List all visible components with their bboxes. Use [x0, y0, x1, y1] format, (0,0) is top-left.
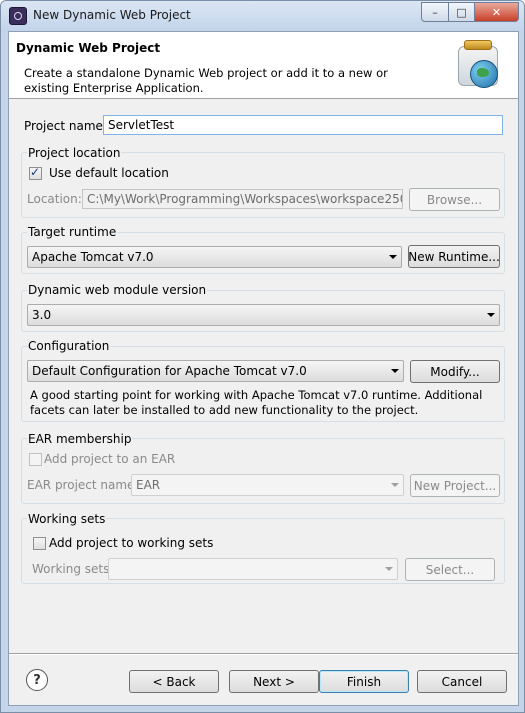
help-icon[interactable]: ? — [26, 669, 48, 691]
modify-button[interactable]: Modify... — [410, 360, 500, 383]
browse-button[interactable]: Browse... — [409, 188, 500, 211]
configuration-title: Configuration — [27, 339, 111, 353]
finish-button[interactable]: Finish — [319, 670, 409, 693]
eclipse-icon — [9, 7, 27, 25]
add-to-ear-checkbox[interactable] — [29, 453, 42, 466]
working-sets-title: Working sets — [27, 512, 107, 526]
ear-project-name-select[interactable]: EAR — [131, 474, 404, 496]
module-version-value: 3.0 — [32, 308, 52, 322]
page-title: Dynamic Web Project — [16, 41, 161, 55]
window-title: New Dynamic Web Project — [33, 8, 191, 22]
project-location-title: Project location — [27, 146, 122, 160]
chevron-down-icon — [391, 369, 399, 373]
minimize-button[interactable]: – — [421, 2, 449, 22]
wizard-header: Dynamic Web Project Create a standalone … — [9, 32, 518, 99]
use-default-location-checkbox[interactable] — [29, 165, 42, 180]
title-bar: New Dynamic Web Project – □ ✕ — [1, 1, 524, 31]
working-sets-select[interactable] — [108, 558, 398, 580]
project-name-label: Project name: — [24, 119, 107, 133]
configuration-select[interactable]: Default Configuration for Apache Tomcat … — [27, 360, 404, 382]
new-project-button[interactable]: New Project... — [410, 474, 500, 497]
location-input[interactable]: C:\My\Work\Programming\Workspaces\worksp… — [82, 189, 403, 209]
add-to-working-sets-checkbox[interactable] — [33, 537, 46, 550]
use-default-location-label[interactable]: Use default location — [49, 166, 169, 180]
new-runtime-button[interactable]: New Runtime... — [408, 245, 500, 268]
target-runtime-select[interactable]: Apache Tomcat v7.0 — [27, 246, 402, 268]
back-button[interactable]: < Back — [129, 670, 219, 693]
dialog-body: Dynamic Web Project Create a standalone … — [8, 31, 519, 706]
module-version-select[interactable]: 3.0 — [27, 304, 500, 326]
jar-lid-shape — [464, 40, 492, 50]
ear-project-name-label: EAR project name: — [27, 478, 139, 492]
target-runtime-value: Apache Tomcat v7.0 — [32, 250, 154, 264]
footer-separator — [9, 653, 518, 655]
ear-membership-title: EAR membership — [27, 432, 133, 446]
next-button[interactable]: Next > — [229, 670, 319, 693]
working-sets-label: Working sets: — [32, 562, 114, 576]
configuration-value: Default Configuration for Apache Tomcat … — [32, 364, 307, 378]
location-label: Location: — [27, 192, 82, 206]
chevron-down-icon — [385, 567, 393, 571]
web-project-banner-icon — [456, 40, 502, 90]
add-to-working-sets-label[interactable]: Add project to working sets — [49, 536, 213, 550]
add-to-ear-label[interactable]: Add project to an EAR — [44, 452, 175, 466]
globe-icon — [470, 60, 498, 88]
chevron-down-icon — [487, 313, 495, 317]
dialog-window: New Dynamic Web Project – □ ✕ Dynamic We… — [0, 0, 525, 713]
module-version-title: Dynamic web module version — [27, 283, 208, 297]
page-description: Create a standalone Dynamic Web project … — [24, 66, 388, 95]
maximize-button[interactable]: □ — [449, 2, 475, 22]
project-name-input[interactable]: ServletTest — [103, 115, 503, 135]
select-working-sets-button[interactable]: Select... — [405, 558, 495, 581]
chevron-down-icon — [389, 255, 397, 259]
configuration-description: A good starting point for working with A… — [30, 388, 483, 417]
ear-project-name-value: EAR — [136, 478, 161, 492]
close-button[interactable]: ✕ — [475, 2, 519, 22]
chevron-down-icon — [391, 483, 399, 487]
target-runtime-title: Target runtime — [27, 225, 118, 239]
window-controls: – □ ✕ — [421, 2, 519, 22]
cancel-button[interactable]: Cancel — [417, 670, 507, 693]
